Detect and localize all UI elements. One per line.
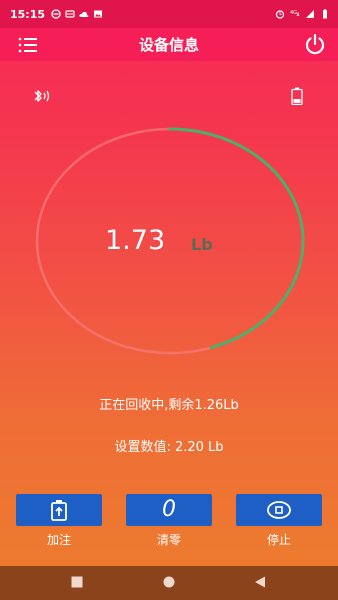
- signal-icon: [306, 10, 314, 18]
- system-nav-bar: [0, 566, 338, 600]
- device-battery-icon: [291, 87, 303, 105]
- fill-button-label: 加注: [46, 533, 71, 547]
- wifi-tag-icon: [65, 10, 75, 18]
- weight-gauge: [35, 127, 305, 355]
- image-icon: [94, 10, 103, 18]
- stop-icon: [267, 501, 291, 519]
- zero-icon: 0: [162, 497, 176, 522]
- weight-reading: 1.73: [105, 225, 166, 256]
- screen: 15:15 4G 设备信息 1.73 Lb 正在回收中,剩余1.26Lb 设置数…: [0, 0, 338, 600]
- power-icon[interactable]: [304, 33, 326, 55]
- stop-button-label: 停止: [266, 533, 291, 547]
- recents-square-icon[interactable]: [71, 576, 83, 588]
- page-title: 设备信息: [138, 36, 199, 54]
- app-bar: 设备信息: [0, 28, 338, 61]
- weight-unit: Lb: [191, 235, 213, 254]
- svg-text:4G: 4G: [290, 10, 297, 16]
- recovery-status-text: 正在回收中,剩余1.26Lb: [99, 398, 239, 413]
- clear-button[interactable]: 0: [126, 494, 212, 526]
- status-right-icons: 4G: [275, 9, 330, 19]
- clear-button-label: 清零: [156, 533, 181, 547]
- back-triangle-icon[interactable]: [254, 576, 266, 588]
- menu-icon[interactable]: [18, 36, 38, 54]
- home-circle-icon[interactable]: [163, 576, 175, 588]
- cloud-icon: [79, 11, 89, 17]
- battery-icon: [323, 9, 327, 19]
- minus-circle-icon: [51, 9, 61, 19]
- status-bar: 15:15 4G: [0, 0, 338, 28]
- fill-button[interactable]: [16, 494, 102, 526]
- bluetooth-icon: [34, 90, 50, 102]
- setting-value-text: 设置数值: 2.20 Lb: [114, 440, 224, 455]
- fill-up-icon: [51, 500, 67, 521]
- network-4g-icon: 4G: [290, 10, 300, 17]
- status-time: 15:15: [10, 7, 46, 21]
- gauge-progress-arc: [168, 127, 305, 350]
- stop-button[interactable]: [236, 494, 322, 526]
- alarm-icon: [275, 10, 285, 19]
- status-left-icons: [51, 9, 103, 19]
